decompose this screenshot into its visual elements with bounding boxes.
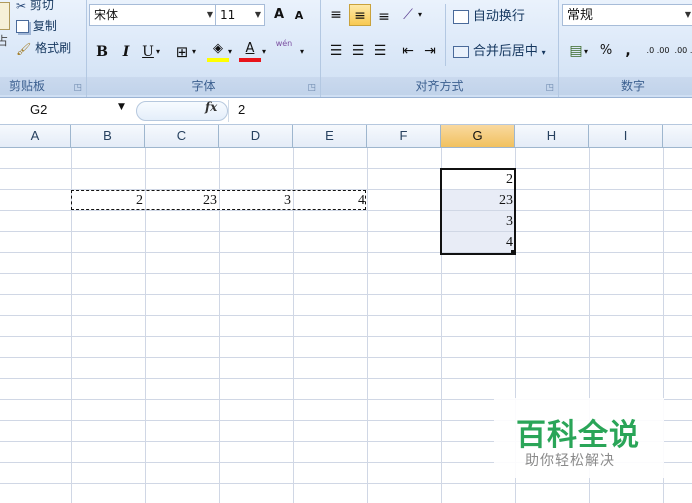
grid-line — [0, 168, 692, 169]
align-left-icon[interactable]: ☰ — [325, 40, 347, 62]
font-group: 宋体 ▼ 11 ▼ A A B I U ▾ ⊞ ▾ ◈ ▾ A ▾ wén ▾ … — [87, 0, 321, 97]
copy-marquee — [71, 190, 366, 210]
paste-icon — [0, 2, 10, 30]
clipboard-launcher-icon[interactable]: ◳ — [73, 83, 82, 93]
align-top-icon[interactable]: ≡ — [325, 4, 347, 26]
clipboard-group: 占 ✂ 剪切 复制 🖌 格式刷 剪贴板 ◳ — [0, 0, 87, 97]
wrap-text-button[interactable]: 自动换行 — [453, 5, 525, 27]
wrap-text-icon — [453, 9, 469, 24]
align-center-icon[interactable]: ☰ — [347, 40, 369, 62]
align-middle-icon[interactable]: ≡ — [349, 4, 371, 26]
merge-center-button[interactable]: 合并后居中 ▾ — [453, 40, 546, 62]
column-header-e[interactable]: E — [293, 125, 367, 147]
chevron-down-icon: ▼ — [254, 10, 261, 19]
column-header-b[interactable]: B — [71, 125, 145, 147]
font-launcher-icon[interactable]: ◳ — [307, 83, 316, 93]
comma-button[interactable]: , — [617, 40, 639, 62]
grid-line — [0, 231, 692, 232]
align-bottom-icon[interactable]: ≡ — [373, 6, 395, 28]
column-header-g[interactable]: G — [441, 125, 515, 147]
column-header-j[interactable] — [663, 125, 692, 147]
font-color-dropdown-icon[interactable]: ▾ — [259, 41, 269, 63]
font-size-value: 11 — [220, 8, 236, 22]
grow-font-button[interactable]: A — [268, 4, 290, 26]
column-header-h[interactable]: H — [515, 125, 589, 147]
format-painter-button[interactable]: 🖌 格式刷 — [16, 37, 71, 59]
grid-line — [0, 336, 692, 337]
decrease-decimal-button[interactable]: .00 .0 — [673, 40, 692, 62]
grid-line — [0, 273, 692, 274]
name-box-dropdown-icon[interactable]: ▼ — [118, 102, 125, 112]
wrap-text-label: 自动换行 — [472, 9, 525, 24]
alignment-launcher-icon[interactable]: ◳ — [545, 83, 554, 93]
formula-input[interactable]: 2 — [238, 102, 245, 117]
grid-line — [0, 315, 692, 316]
insert-function-icon[interactable]: fx — [205, 100, 217, 114]
watermark: 百科全说 助你轻松解决 — [494, 398, 664, 478]
grid-line — [0, 294, 692, 295]
percent-button[interactable]: % — [595, 40, 617, 62]
fill-color-dropdown-icon[interactable]: ▾ — [225, 41, 235, 63]
orientation-dropdown-icon[interactable]: ▾ — [415, 4, 425, 26]
underline-dropdown-icon[interactable]: ▾ — [153, 41, 163, 63]
increase-decimal-button[interactable]: .0 .00 — [645, 40, 671, 62]
chevron-down-icon: ▼ — [206, 10, 213, 19]
grid-line — [0, 252, 692, 253]
italic-button[interactable]: I — [115, 41, 137, 63]
chevron-down-icon: ▾ — [541, 48, 546, 57]
bold-button[interactable]: B — [91, 41, 113, 63]
chevron-down-icon: ▼ — [684, 10, 691, 19]
copy-label: 复制 — [32, 19, 57, 33]
alignment-separator — [445, 4, 446, 66]
column-headers: A B C D E F G H I — [0, 125, 692, 148]
phonetic-dropdown-icon[interactable]: ▾ — [297, 41, 307, 63]
selection-border — [440, 168, 516, 255]
shrink-font-button[interactable]: A — [288, 5, 310, 27]
watermark-subtitle: 助你轻松解决 — [525, 453, 615, 469]
alignment-group-label: 对齐方式 — [321, 77, 558, 95]
name-box[interactable]: G2 — [0, 100, 128, 120]
font-name-value: 宋体 — [94, 8, 119, 22]
column-header-i[interactable]: I — [589, 125, 663, 147]
currency-dropdown-icon[interactable]: ▾ — [581, 41, 591, 63]
fill-handle[interactable] — [511, 250, 516, 255]
grid-line — [367, 148, 368, 503]
phonetic-button[interactable]: wén — [273, 39, 295, 61]
ribbon: 占 ✂ 剪切 复制 🖌 格式刷 剪贴板 ◳ 宋体 ▼ 11 ▼ A A B I … — [0, 0, 692, 98]
paste-label-fragment: 占 — [0, 34, 9, 48]
number-group: 常规 ▼ ▤ ▾ % , .0 .00 .00 .0 数字 ◳ — [559, 0, 692, 97]
borders-dropdown-icon[interactable]: ▾ — [189, 41, 199, 63]
formula-bar: G2 ▼ fx 2 — [0, 98, 692, 125]
merge-center-icon — [453, 45, 469, 58]
alignment-group: ≡ ≡ ≡ ⟋ ▾ ☰ ☰ ☰ ⇤ ⇥ 自动换行 合并后居中 ▾ 对齐方式 ◳ — [321, 0, 559, 97]
font-size-select[interactable]: 11 ▼ — [215, 4, 265, 26]
align-right-icon[interactable]: ☰ — [369, 40, 391, 62]
number-format-value: 常规 — [567, 8, 594, 23]
grid-line — [0, 357, 692, 358]
grid-line — [0, 483, 692, 484]
cut-button[interactable]: ✂ 剪切 — [16, 0, 54, 16]
column-header-a[interactable]: A — [0, 125, 71, 147]
number-format-select[interactable]: 常规 ▼ — [562, 4, 692, 26]
decrease-indent-icon[interactable]: ⇤ — [397, 40, 419, 62]
font-color-button[interactable]: A — [239, 40, 261, 62]
font-group-label: 字体 — [87, 77, 320, 95]
grid-line — [0, 378, 692, 379]
column-header-d[interactable]: D — [219, 125, 293, 147]
increase-indent-icon[interactable]: ⇥ — [419, 40, 441, 62]
font-name-select[interactable]: 宋体 ▼ — [89, 4, 217, 26]
format-painter-icon: 🖌 — [16, 41, 32, 56]
format-painter-label: 格式刷 — [35, 41, 72, 55]
number-group-label: 数字 — [559, 77, 692, 95]
cut-label: 剪切 — [29, 0, 54, 12]
formula-bar-divider — [228, 100, 229, 122]
copy-button[interactable]: 复制 — [16, 15, 57, 37]
merge-center-label: 合并后居中 — [472, 44, 538, 59]
copy-icon — [16, 20, 29, 33]
column-header-c[interactable]: C — [145, 125, 219, 147]
column-header-f[interactable]: F — [367, 125, 441, 147]
watermark-title: 百科全说 — [516, 418, 640, 453]
